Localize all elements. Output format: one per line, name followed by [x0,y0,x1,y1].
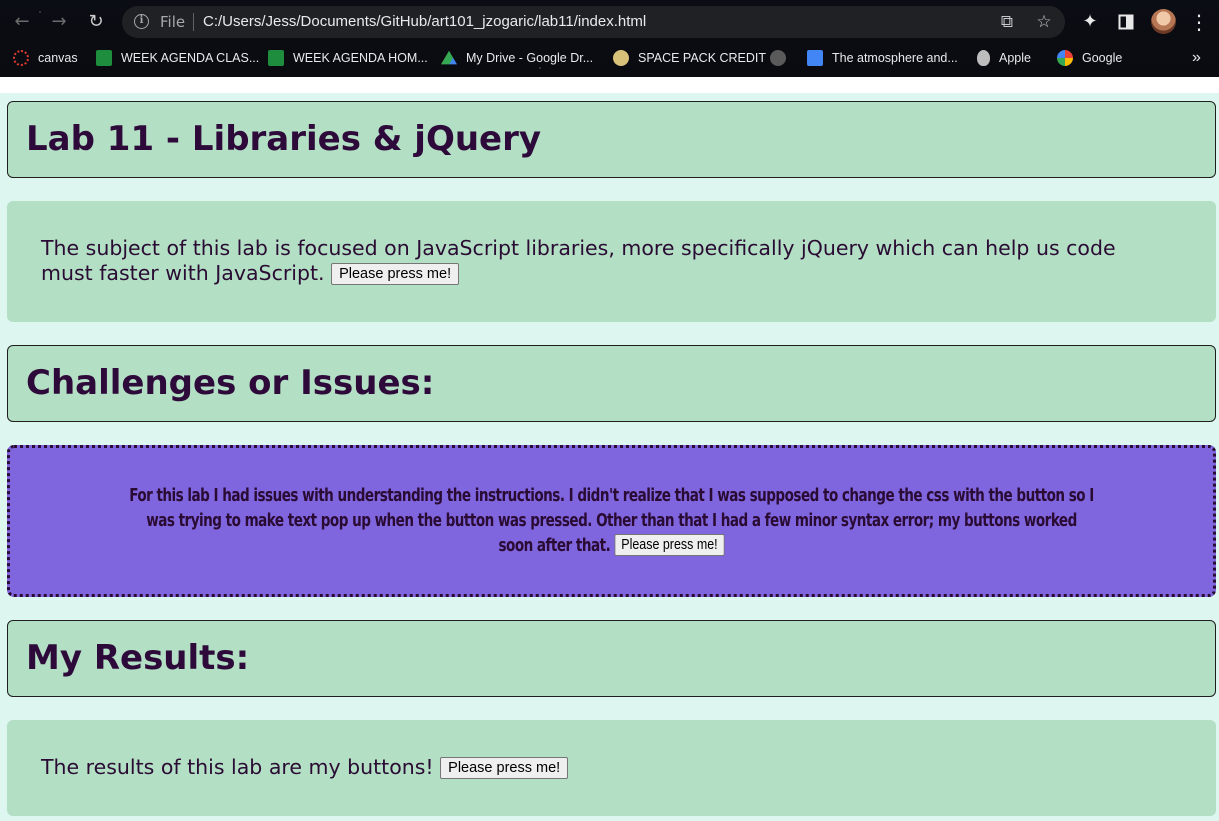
bookmark-space-pack-credit[interactable]: SPACE PACK CREDIT [613,48,766,68]
reload-icon[interactable]: ↻ [83,8,109,34]
apple-icon [977,50,990,66]
intro-press-button[interactable]: Please press me! [331,263,460,285]
sheets-icon [96,50,112,66]
profile-avatar[interactable] [1151,9,1176,34]
url-text[interactable]: C:/Users/Jess/Documents/GitHub/art101_jz… [203,13,646,30]
bookmark-week-agenda-home[interactable]: WEEK AGENDA HOM... [268,48,428,68]
kebab-menu-icon[interactable]: ⋮ [1187,10,1211,34]
drive-icon [441,50,457,65]
space-pack-icon [613,50,629,66]
bookmark-label: Google [1082,51,1123,65]
bookmark-label: WEEK AGENDA CLAS... [121,51,260,65]
forward-arrow-icon[interactable]: → [46,8,72,34]
back-arrow-icon[interactable]: ← [9,8,35,34]
browser-chrome: ← → ↻ i File C:/Users/Jess/Documents/Git… [0,0,1219,77]
challenges-paragraph: For this lab I had issues with understan… [129,484,1095,559]
docs-icon [807,50,823,66]
bookmark-label: The atmosphere and... [832,51,958,65]
bookmark-label: canvas [38,51,78,65]
intro-box: The subject of this lab is focused on Ja… [7,201,1216,322]
bookmark-globe[interactable] [770,48,786,68]
challenges-heading: Challenges or Issues: [26,363,435,403]
challenges-box: For this lab I had issues with understan… [7,445,1216,597]
bookmark-label: My Drive - Google Dr... [466,51,594,65]
canvas-icon [13,50,29,66]
results-press-button[interactable]: Please press me! [440,757,569,779]
bookmarks-bar: canvas WEEK AGENDA CLAS... WEEK AGENDA H… [0,44,1219,72]
bookmark-label: WEEK AGENDA HOM... [293,51,428,65]
title-box: Lab 11 - Libraries & jQuery [7,101,1216,178]
web-page: Lab 11 - Libraries & jQuery The subject … [0,77,1219,821]
intro-text: The subject of this lab is focused on Ja… [41,236,1116,285]
bookmark-label: SPACE PACK CREDIT [638,51,767,65]
bookmark-star-icon[interactable]: ☆ [1033,11,1055,33]
results-heading: My Results: [26,638,250,678]
side-panel-icon[interactable] [1114,10,1138,34]
bookmark-google[interactable]: Google [1057,48,1122,68]
bookmark-atmosphere[interactable]: The atmosphere and... [807,48,958,68]
bookmark-week-agenda-class[interactable]: WEEK AGENDA CLAS... [96,48,259,68]
omnibox-divider [193,13,194,31]
page-title: Lab 11 - Libraries & jQuery [26,119,542,159]
info-icon[interactable]: i [134,14,149,29]
google-icon [1057,50,1073,66]
results-box: The results of this lab are my buttons! … [7,720,1216,816]
globe-icon [770,50,786,66]
page-top-margin [0,77,1219,93]
toolbar: ← → ↻ i File C:/Users/Jess/Documents/Git… [0,2,1219,40]
challenges-press-button[interactable]: Please press me! [614,534,725,556]
address-bar[interactable]: i File C:/Users/Jess/Documents/GitHub/ar… [122,6,1065,38]
sheets-icon [268,50,284,66]
intro-paragraph: The subject of this lab is focused on Ja… [41,236,1136,286]
bookmark-apple[interactable]: Apple [977,48,1031,68]
bookmark-canvas[interactable]: canvas [13,48,78,68]
extensions-puzzle-icon[interactable]: ✦ [1078,10,1102,34]
challenges-heading-box: Challenges or Issues: [7,345,1216,422]
challenges-text: For this lab I had issues with understan… [129,486,1094,556]
bookmark-label: Apple [999,51,1031,65]
results-heading-box: My Results: [7,620,1216,697]
results-paragraph: The results of this lab are my buttons! … [41,755,1136,780]
file-scheme-label: File [160,13,186,31]
results-text: The results of this lab are my buttons! [41,755,434,779]
more-bookmarks-chevron-icon[interactable]: » [1192,48,1201,68]
bookmark-my-drive[interactable]: My Drive - Google Dr... [441,48,593,68]
share-icon[interactable]: ⧉ [996,11,1018,33]
